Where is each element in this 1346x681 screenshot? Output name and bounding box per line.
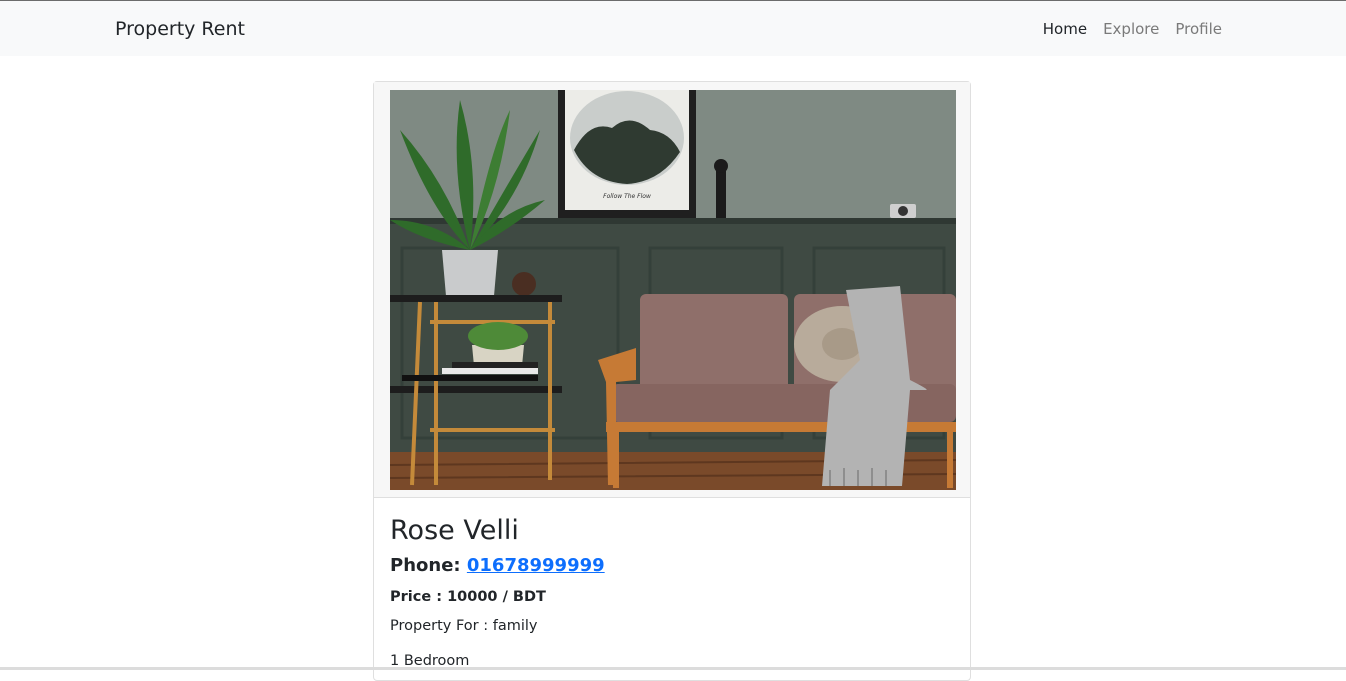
property-name: Rose Velli [390,515,519,546]
nav-links: Home Explore Profile [1043,20,1222,38]
phone-link[interactable]: 01678999999 [467,555,605,576]
card-body: Rose Velli Phone: 01678999999 Price : 10… [390,515,950,671]
navbar: Property Rent Home Explore Profile [0,1,1346,56]
nav-explore[interactable]: Explore [1103,20,1159,38]
poster-caption: Follow The Flow [603,193,651,200]
card-image-header: Follow The Flow [374,82,970,498]
phone-label: Phone: [390,555,461,576]
phone-line: Phone: 01678999999 [390,553,950,579]
nav-home[interactable]: Home [1043,20,1087,38]
property-photo: Follow The Flow [390,90,956,490]
nav-profile[interactable]: Profile [1175,20,1222,38]
property-card: Follow The Flow Rose Velli Phone: 016789… [373,81,971,681]
property-for-text: Property For : family [390,618,538,634]
brand-link[interactable]: Property Rent [115,18,245,40]
price-text: Price : 10000 / BDT [390,589,546,605]
